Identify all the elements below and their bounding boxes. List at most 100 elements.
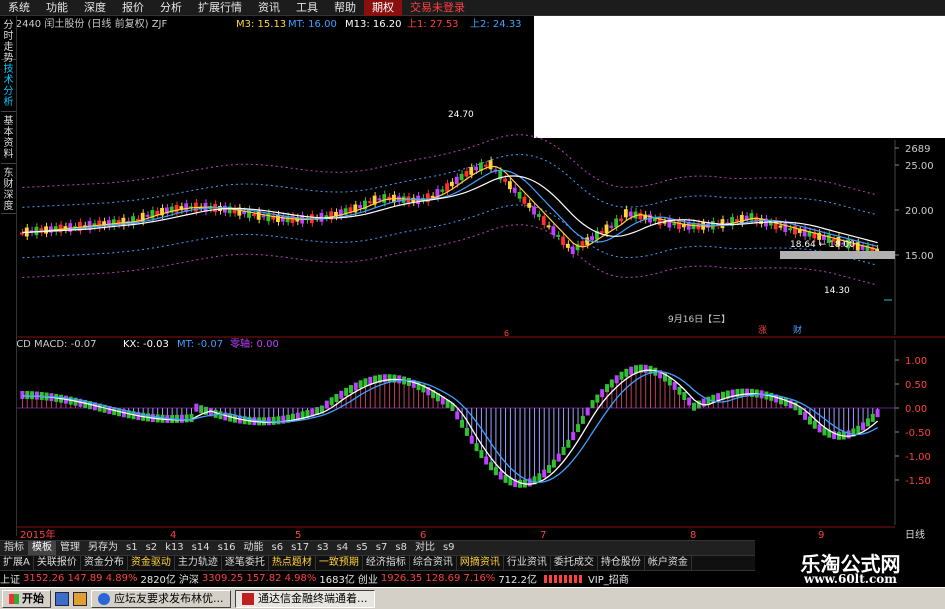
macd-block (561, 446, 566, 455)
macd-block (348, 385, 353, 394)
side-tabs: 分时走势 技术分析基本资料东财深度 (0, 16, 17, 536)
menu-item-7[interactable]: 工具 (288, 0, 326, 16)
toolbar-item-0[interactable]: 指标 (0, 541, 28, 555)
menu-item-4[interactable]: 分析 (152, 0, 190, 16)
macd-block (566, 439, 571, 448)
task-button-forum[interactable]: 应坛友要求发布林优... (91, 589, 231, 608)
toolbar-item-11[interactable]: s17 (287, 541, 313, 555)
toolbar-item-12[interactable]: s3 (313, 541, 333, 555)
tab-item-5[interactable]: 逐笔委托 (222, 556, 269, 570)
candle-body (251, 213, 256, 216)
toolbar-item-10[interactable]: s6 (268, 541, 288, 555)
macd-block (184, 414, 189, 423)
macd-block (609, 379, 614, 388)
side-tab-1[interactable]: 技术分析 (1, 62, 16, 112)
macd-block (614, 375, 619, 384)
toolbar-item-5[interactable]: s2 (142, 541, 162, 555)
toolbar-item-6[interactable]: k13 (161, 541, 188, 555)
menu-item-1[interactable]: 功能 (38, 0, 76, 16)
tab-item-6[interactable]: 热点题材 (269, 556, 316, 570)
browser-icon (98, 592, 110, 605)
side-tab-0[interactable]: 分时走势 (1, 18, 16, 64)
toolbar-item-17[interactable]: 对比 (411, 541, 439, 555)
time-tick-label: 5 (295, 530, 301, 540)
price-tick-label: 25.00 (905, 161, 934, 172)
toolbar-item-18[interactable]: s9 (439, 541, 459, 555)
macd-block (213, 409, 218, 418)
candle-body (793, 225, 797, 235)
toolbar-item-16[interactable]: s8 (391, 541, 411, 555)
period-label: 日线 (905, 528, 925, 540)
annotation-date: 9月16日【三】 (668, 314, 730, 325)
tab-item-13[interactable]: 持仓股份 (598, 556, 645, 570)
macd-block (571, 432, 576, 441)
ma-mt: MT: 16.00 (288, 19, 337, 30)
menu-item-0[interactable]: 系统 (0, 0, 38, 16)
candle-body (459, 173, 464, 181)
tab-item-11[interactable]: 行业资讯 (504, 556, 551, 570)
macd-block (619, 371, 624, 380)
watermark: 乐淘公式网 www.60lt.com (756, 546, 945, 587)
toolbar-item-2[interactable]: 管理 (56, 541, 84, 555)
tab-item-1[interactable]: 关联报价 (34, 556, 81, 570)
macd-block (479, 450, 484, 459)
candle-body (522, 196, 527, 204)
stock-header: 002440 闰土股份 (日线 前复权) ZJF (3, 17, 167, 30)
quicklaunch-folder-icon[interactable] (73, 591, 87, 606)
vip-label[interactable]: VIP_招商 (588, 571, 632, 586)
candle-body (382, 194, 387, 203)
tab-item-10[interactable]: 网摘资讯 (457, 556, 504, 570)
candle-body (464, 170, 469, 177)
quicklaunch-desktop-icon[interactable] (55, 591, 69, 606)
time-tick-label: 4 (170, 530, 176, 540)
candle-body (174, 204, 179, 213)
toolbar-item-3[interactable]: 另存为 (84, 541, 122, 555)
stock-chart[interactable]: 002440 闰土股份 (日线 前复权) ZJF M3: 15.13 MT: 1… (0, 0, 945, 540)
start-button[interactable]: 开始 (2, 589, 51, 608)
macd-block (643, 364, 648, 373)
macd-block (600, 389, 605, 398)
menu-bar: 系统 功能 深度 报价 分析 扩展行情 资讯 工具 帮助 期权 交易未登录 (0, 0, 945, 16)
menu-item-10[interactable]: 交易未登录 (402, 0, 473, 16)
toolbar-item-1[interactable]: 模板 (28, 541, 56, 555)
menu-item-5[interactable]: 扩展行情 (190, 0, 250, 16)
tab-item-0[interactable]: 扩展A (0, 556, 34, 570)
candle-body (145, 214, 150, 217)
toolbar-item-9[interactable]: 动能 (240, 541, 268, 555)
side-tab-3[interactable]: 东财深度 (1, 166, 16, 214)
tab-item-2[interactable]: 资金分布 (81, 556, 128, 570)
annotation-mid: 18.64 ← 18.00 (790, 240, 855, 250)
tab-item-7[interactable]: 一致预期 (316, 556, 363, 570)
task-button-tdx[interactable]: 通达信金融终端通着... (235, 589, 375, 608)
toolbar-item-7[interactable]: s14 (188, 541, 214, 555)
windows-logo-icon (9, 593, 19, 604)
candle-body (556, 234, 561, 237)
tab-item-4[interactable]: 主力轨迹 (175, 556, 222, 570)
tab-item-12[interactable]: 委托成交 (551, 556, 598, 570)
toolbar-item-8[interactable]: s16 (214, 541, 240, 555)
candle-body (599, 231, 604, 234)
candle-body (454, 176, 459, 185)
macd-block (677, 386, 682, 395)
menu-item-8[interactable]: 帮助 (326, 0, 364, 16)
menu-item-9[interactable]: 期权 (364, 0, 402, 16)
tab-item-14[interactable]: 帐户资金 (645, 556, 692, 570)
price-tick-label: 2689 (905, 144, 930, 155)
cy-index: 1926.35 128.69 7.16% (380, 573, 496, 584)
toolbar-item-4[interactable]: s1 (122, 541, 142, 555)
candle-body (377, 198, 382, 201)
tab-item-9[interactable]: 综合资讯 (410, 556, 457, 570)
toolbar-item-14[interactable]: s5 (352, 541, 372, 555)
macd-block (344, 387, 349, 396)
candle-body (609, 225, 614, 228)
side-tab-2[interactable]: 基本资料 (1, 114, 16, 164)
macd-block (856, 425, 861, 434)
menu-item-6[interactable]: 资讯 (250, 0, 288, 16)
time-tick-label: 7 (540, 530, 546, 540)
toolbar-item-13[interactable]: s4 (333, 541, 353, 555)
tab-item-8[interactable]: 经济指标 (363, 556, 410, 570)
menu-item-3[interactable]: 报价 (114, 0, 152, 16)
menu-item-2[interactable]: 深度 (76, 0, 114, 16)
toolbar-item-15[interactable]: s7 (372, 541, 392, 555)
tab-item-3[interactable]: 资金驱动 (128, 556, 175, 570)
